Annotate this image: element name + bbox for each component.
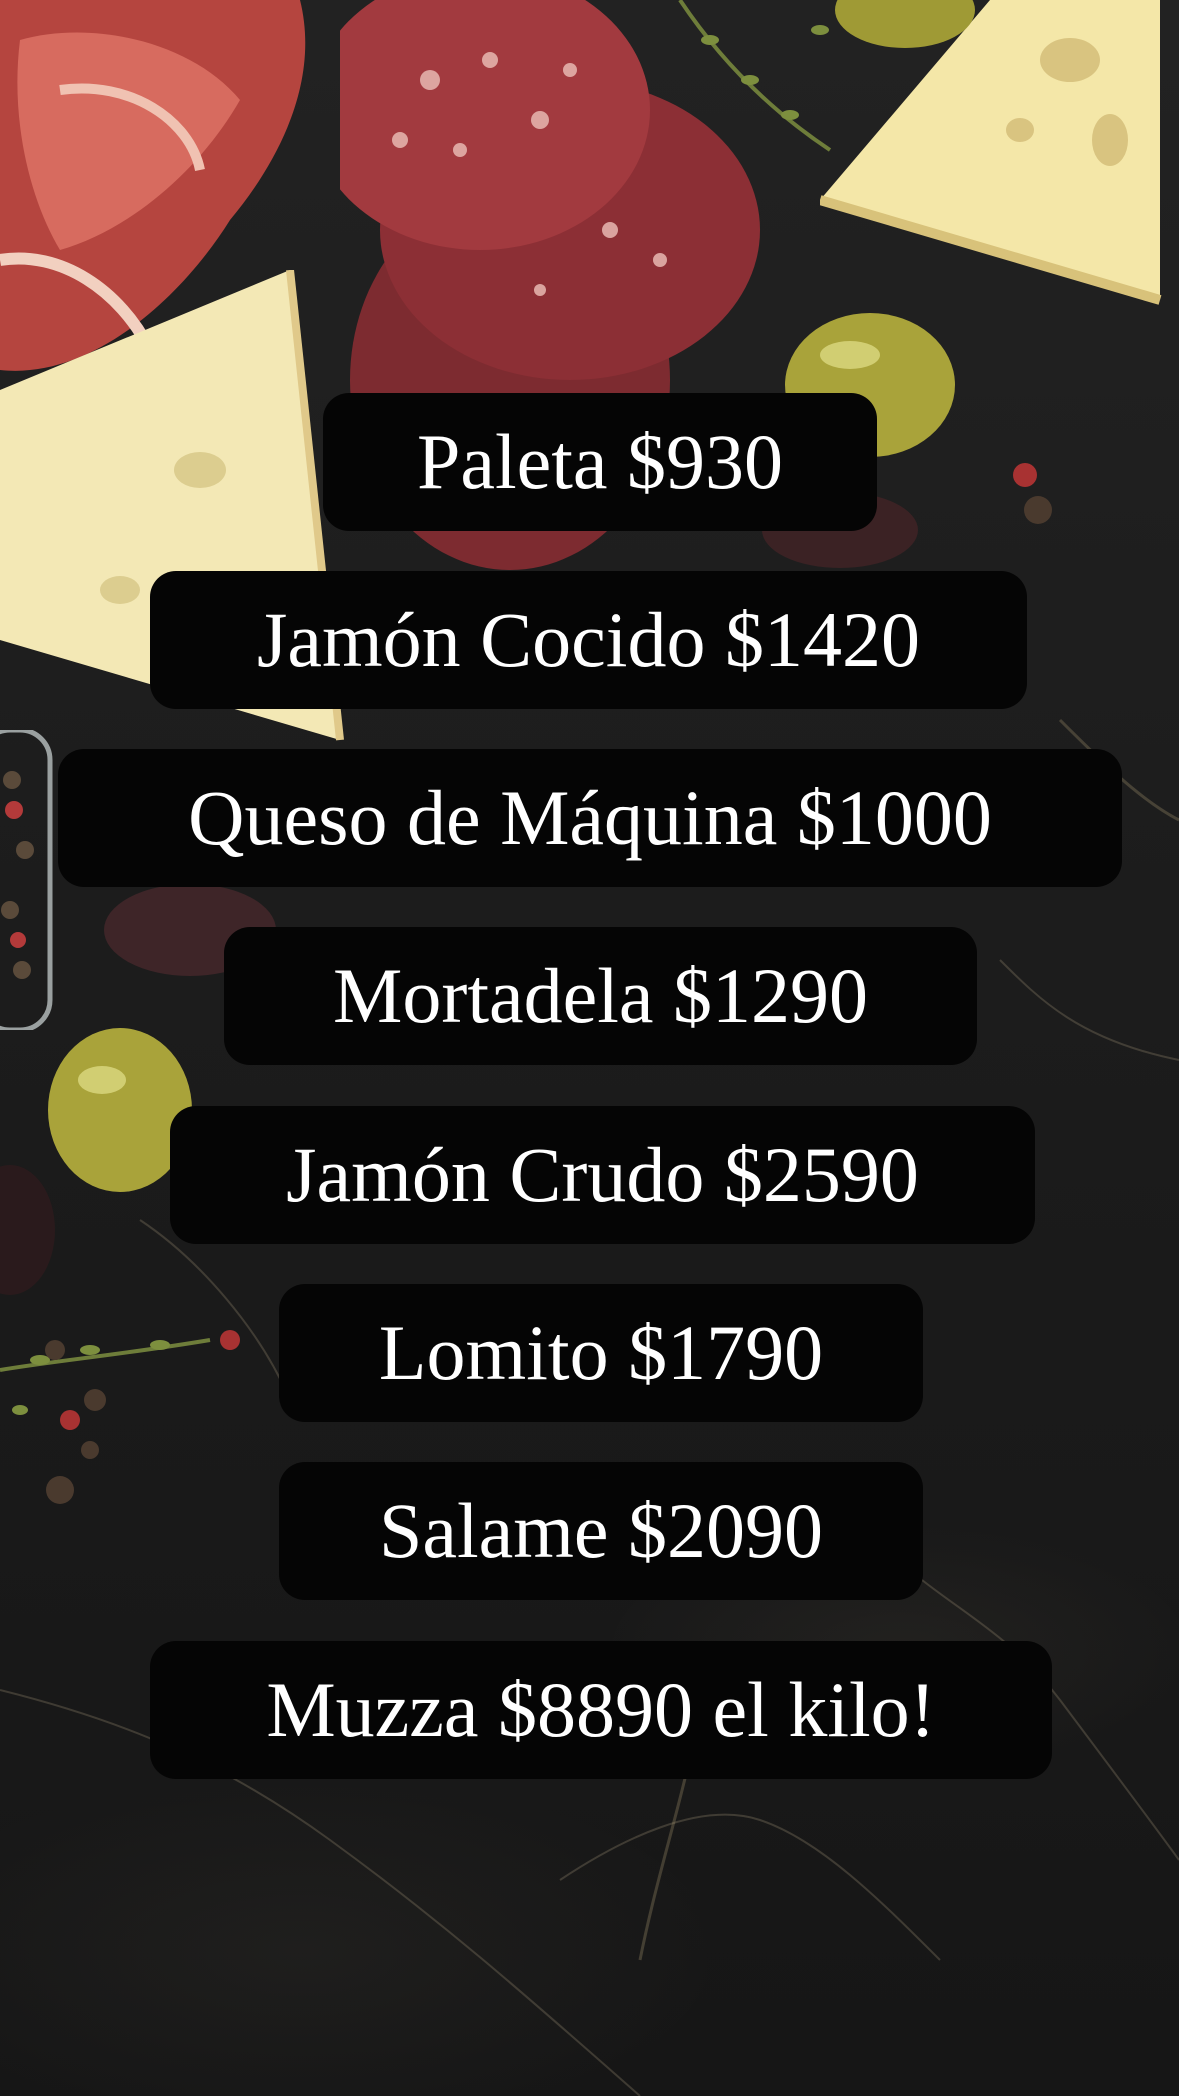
menu-item-queso-de-maquina: Queso de Máquina $1000 (58, 749, 1122, 887)
thyme-peppercorns-image (0, 1330, 240, 1504)
menu-item-jamon-crudo: Jamón Crudo $2590 (170, 1106, 1035, 1244)
dark-olive-edge-image (0, 1165, 55, 1295)
menu-item-muzza: Muzza $8890 el kilo! (150, 1641, 1052, 1779)
menu-item-mortadela: Mortadela $1290 (224, 927, 977, 1065)
pink-peppercorns-image (1013, 463, 1052, 524)
menu-item-jamon-cocido: Jamón Cocido $1420 (150, 571, 1027, 709)
peppercorn-bowl-image (0, 730, 53, 1030)
olive-top-image (835, 0, 975, 48)
story-canvas: Paleta $930 Jamón Cocido $1420 Queso de … (0, 0, 1179, 2096)
menu-item-paleta: Paleta $930 (323, 393, 877, 531)
menu-item-salame: Salame $2090 (279, 1462, 923, 1600)
menu-item-lomito: Lomito $1790 (279, 1284, 923, 1422)
